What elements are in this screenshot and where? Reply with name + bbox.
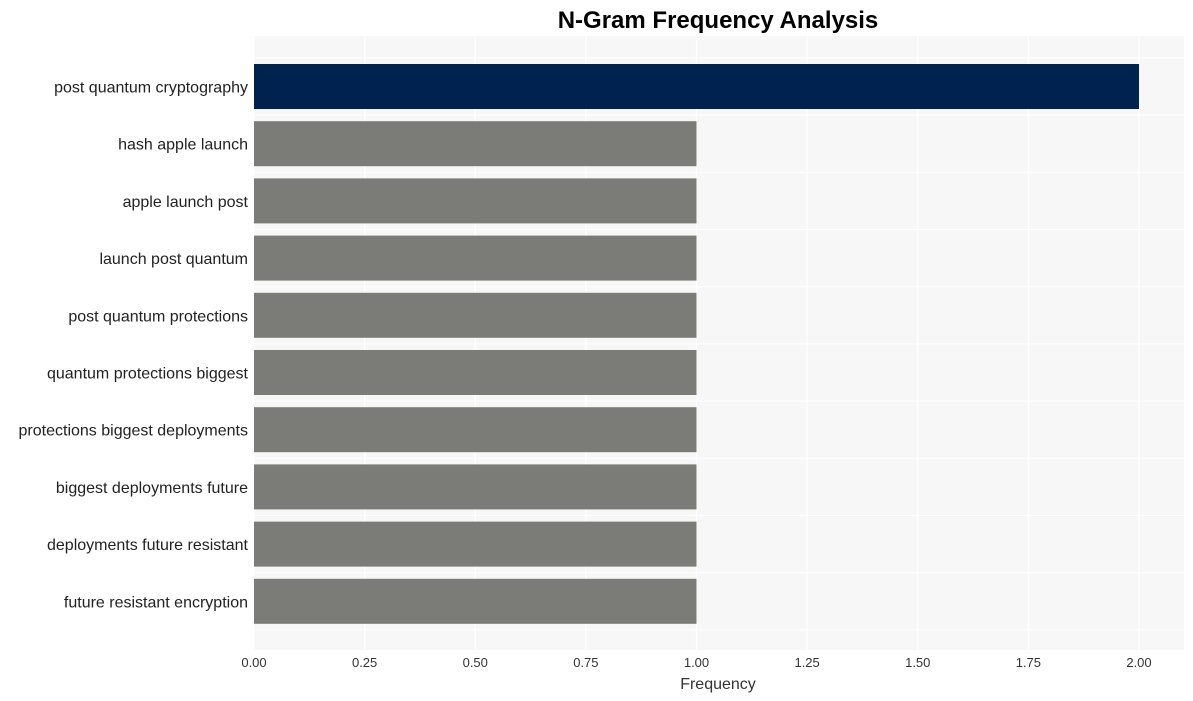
y-tick-label-2: apple launch post (123, 194, 249, 211)
bar-2 (254, 178, 697, 224)
y-tick-label-5: quantum protections biggest (47, 366, 249, 383)
bar-4 (254, 292, 697, 338)
x-axis-ticks: 0.00 0.25 0.50 0.75 1.00 1.25 1.50 1.75 2.00 (241, 655, 1151, 670)
x-tick-label-8: 2.00 (1126, 655, 1151, 670)
y-tick-label-6: protections biggest deployments (19, 423, 248, 440)
x-tick-label-2: 0.50 (463, 655, 488, 670)
x-tick-label-3: 0.75 (573, 655, 598, 670)
chart-title: N-Gram Frequency Analysis (558, 7, 879, 34)
y-tick-label-7: biggest deployments future (56, 480, 248, 497)
bar-9 (254, 578, 697, 624)
y-tick-label-0: post quantum cryptography (54, 80, 248, 97)
x-tick-label-5: 1.25 (794, 655, 819, 670)
y-tick-label-1: hash apple launch (118, 137, 248, 154)
ngram-frequency-chart: N-Gram Frequency Analysis post quantum c… (19, 7, 1184, 693)
bar-6 (254, 407, 697, 453)
bar-7 (254, 464, 697, 510)
x-tick-label-1: 0.25 (352, 655, 377, 670)
x-tick-label-7: 1.75 (1016, 655, 1041, 670)
y-tick-label-8: deployments future resistant (47, 537, 249, 554)
x-tick-label-4: 1.00 (684, 655, 709, 670)
bar-1 (254, 121, 697, 167)
bar-3 (254, 235, 697, 281)
y-axis-labels: post quantum cryptography hash apple laun… (19, 80, 249, 612)
bar-5 (254, 350, 697, 395)
y-tick-label-3: launch post quantum (99, 251, 248, 268)
bar-0 (254, 64, 1139, 109)
bar-8 (254, 521, 697, 567)
x-axis-label: Frequency (680, 676, 756, 693)
y-tick-label-4: post quantum protections (68, 308, 248, 325)
y-tick-label-9: future resistant encryption (64, 594, 248, 611)
x-tick-label-0: 0.00 (241, 655, 266, 670)
x-tick-label-6: 1.50 (905, 655, 930, 670)
